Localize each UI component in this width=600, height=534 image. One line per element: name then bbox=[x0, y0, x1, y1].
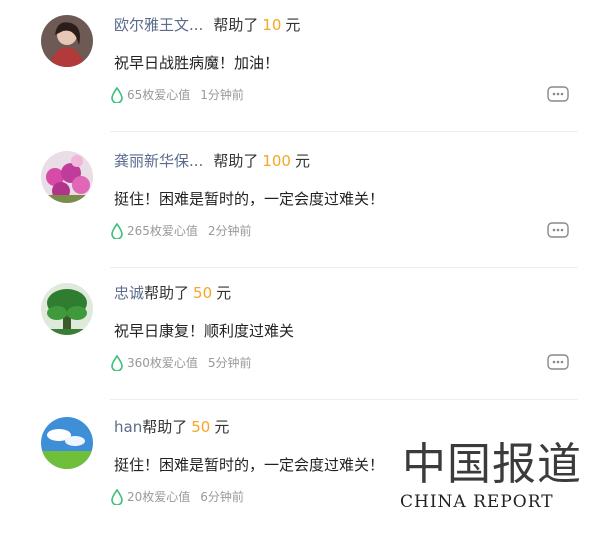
comment-text: 挺住！困难是暂时的，一定会度过难关！ bbox=[114, 456, 385, 474]
reply-comment-icon[interactable] bbox=[547, 222, 569, 240]
love-value: 265枚爱心值 bbox=[127, 224, 198, 238]
timestamp: 6分钟前 bbox=[200, 490, 244, 504]
donation-amount: 50 bbox=[191, 418, 211, 436]
timestamp: 5分钟前 bbox=[207, 356, 252, 370]
love-value: 65枚爱心值 bbox=[127, 88, 191, 102]
donation-amount: 10 bbox=[262, 16, 282, 34]
tree-avatar-icon bbox=[41, 283, 93, 335]
sky-landscape-avatar-icon bbox=[41, 417, 93, 469]
love-value: 20枚爱心值 bbox=[127, 490, 191, 504]
watermark-chinese: 中国报道 bbox=[402, 439, 582, 490]
watermark-english: CHINA REPORT bbox=[400, 492, 554, 512]
comment-header: 忠诚帮助了 50 元 bbox=[114, 282, 231, 303]
user-name-link[interactable]: 欧尔雅王文... bbox=[114, 16, 203, 34]
currency-unit: 元 bbox=[285, 16, 301, 34]
currency-unit: 元 bbox=[216, 284, 232, 302]
comment-text: 挺住！困难是暂时的，一定会度过难关！ bbox=[114, 190, 385, 208]
flower-avatar-icon bbox=[41, 151, 93, 203]
helped-label: 帮助了 bbox=[144, 284, 190, 302]
timestamp: 2分钟前 bbox=[207, 224, 252, 238]
comment-meta: 20枚爱心值 6分钟前 bbox=[111, 488, 244, 505]
avatar[interactable] bbox=[41, 283, 93, 335]
donation-amount: 50 bbox=[193, 284, 213, 302]
user-name-link[interactable]: 忠诚 bbox=[114, 284, 144, 302]
divider bbox=[110, 131, 578, 132]
divider bbox=[110, 399, 578, 400]
helped-label: 帮助了 bbox=[213, 152, 259, 170]
comment-meta: 65枚爱心值 1分钟前 bbox=[111, 86, 244, 103]
love-drop-icon bbox=[111, 488, 123, 505]
comment-meta: 265枚爱心值 2分钟前 bbox=[111, 222, 252, 239]
avatar[interactable] bbox=[41, 15, 93, 67]
helped-label: 帮助了 bbox=[213, 16, 259, 34]
comment-item: 龚丽新华保... 帮助了 100 元 挺住！困难是暂时的，一定会度过难关！ 265枚爱… bbox=[0, 136, 600, 268]
helped-label: 帮助了 bbox=[142, 418, 188, 436]
reply-comment-icon[interactable] bbox=[547, 86, 569, 104]
comment-header: 龚丽新华保... 帮助了 100 元 bbox=[114, 150, 310, 171]
comment-meta: 360枚爱心值 5分钟前 bbox=[111, 354, 252, 371]
comment-text: 祝早日康复！顺利度过难关 bbox=[114, 322, 295, 340]
comment-header: han帮助了 50 元 bbox=[114, 416, 229, 437]
comment-item: 忠诚帮助了 50 元 祝早日康复！顺利度过难关 360枚爱心值 5分钟前 bbox=[0, 268, 600, 400]
love-drop-icon bbox=[111, 354, 123, 371]
donation-amount: 100 bbox=[262, 152, 291, 170]
woman-portrait-avatar-icon bbox=[41, 15, 93, 67]
currency-unit: 元 bbox=[214, 418, 230, 436]
love-drop-icon bbox=[111, 86, 123, 103]
comment-item: 欧尔雅王文... 帮助了 10 元 祝早日战胜病魔！加油！ 65枚爱心值 1分钟前 bbox=[0, 0, 600, 132]
love-drop-icon bbox=[111, 222, 123, 239]
user-name-link[interactable]: han bbox=[114, 418, 142, 436]
currency-unit: 元 bbox=[294, 152, 310, 170]
user-name-link[interactable]: 龚丽新华保... bbox=[114, 152, 203, 170]
love-value: 360枚爱心值 bbox=[127, 356, 198, 370]
reply-comment-icon[interactable] bbox=[547, 354, 569, 372]
avatar[interactable] bbox=[41, 151, 93, 203]
timestamp: 1分钟前 bbox=[200, 88, 244, 102]
china-report-watermark: 中国报道 CHINA REPORT bbox=[398, 428, 581, 518]
comment-text: 祝早日战胜病魔！加油！ bbox=[114, 54, 280, 72]
avatar[interactable] bbox=[41, 417, 93, 469]
comment-header: 欧尔雅王文... 帮助了 10 元 bbox=[114, 14, 300, 35]
